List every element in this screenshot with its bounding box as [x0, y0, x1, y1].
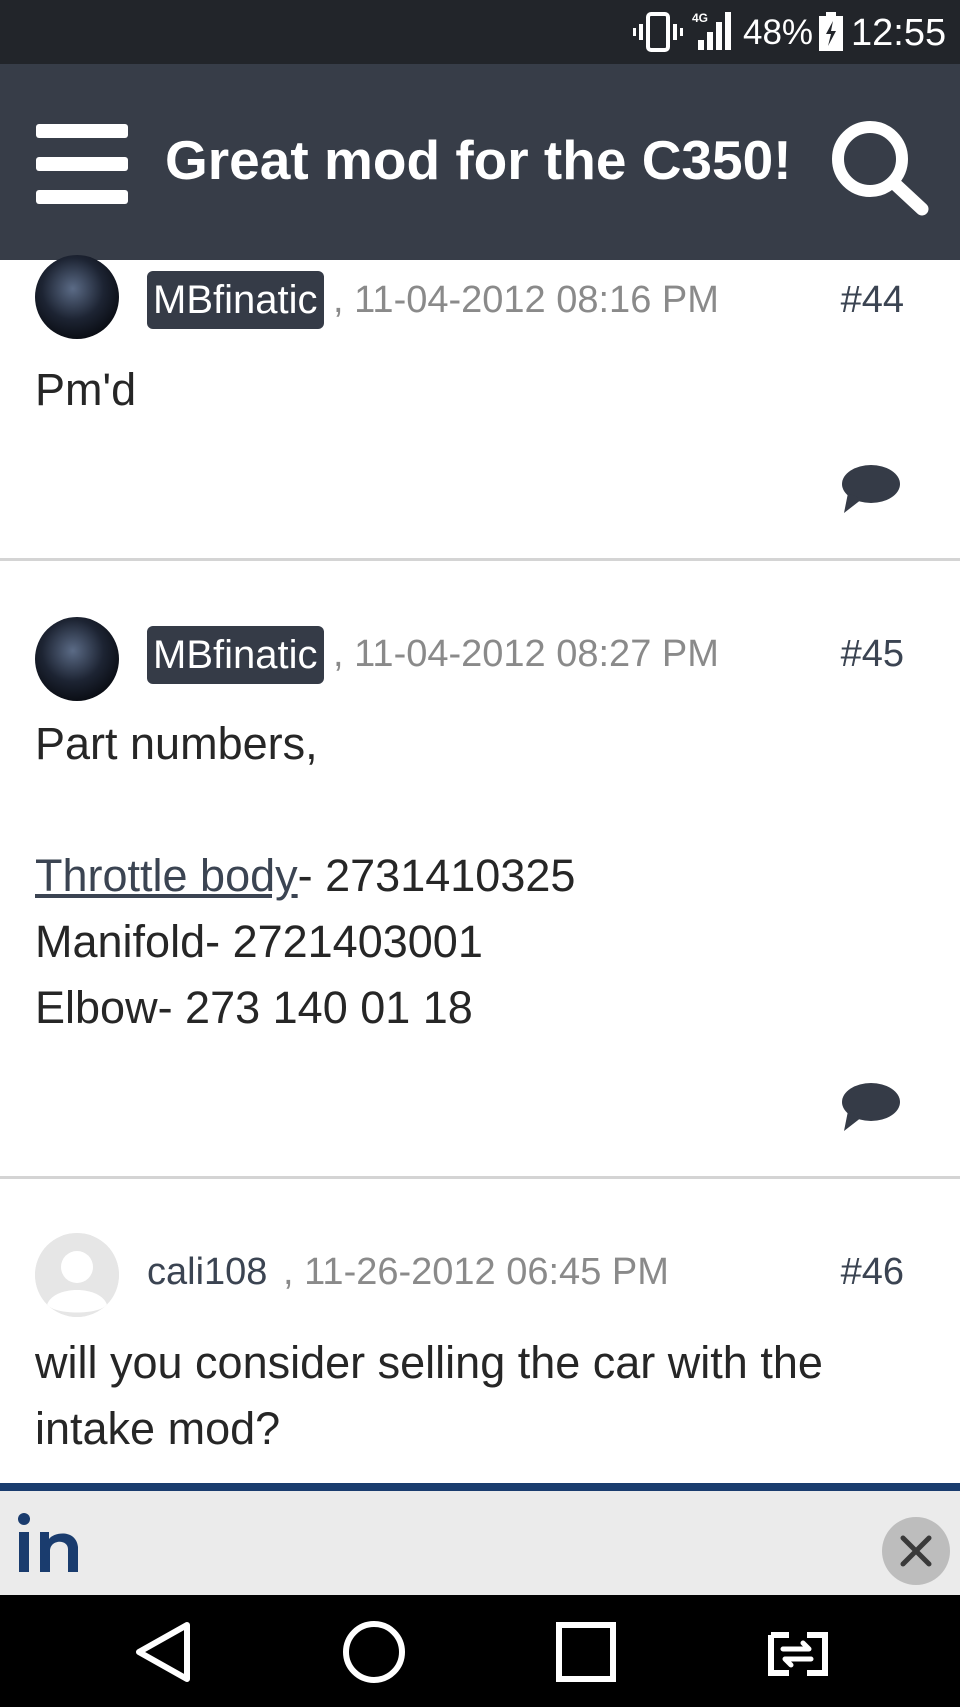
back-icon[interactable] [129, 1617, 199, 1687]
post-date: , 11-26-2012 06:45 PM [283, 1251, 669, 1293]
home-icon[interactable] [339, 1617, 409, 1687]
battery-percent: 48% [743, 13, 814, 52]
post-date: , 11-04-2012 08:16 PM [333, 279, 719, 321]
default-avatar-icon[interactable] [35, 1233, 119, 1317]
menu-button[interactable] [36, 124, 128, 204]
post-body: will you consider selling the car with t… [35, 1330, 823, 1462]
app-bar: Great mod for the C350! [0, 64, 960, 260]
throttle-body-link[interactable]: Throttle body [35, 850, 298, 901]
post-text-line: Part numbers, [35, 718, 318, 769]
switch-app-icon[interactable] [759, 1617, 835, 1687]
post-text-line: intake mod? [35, 1403, 281, 1454]
avatar[interactable] [35, 617, 119, 701]
search-icon[interactable] [828, 117, 930, 217]
post-body: Part numbers, Throttle body- 2731410325 … [35, 711, 575, 1041]
username[interactable]: cali108 [147, 1247, 267, 1297]
post-45: MBfinatic , 11-04-2012 08:27 PM #45 Part… [0, 561, 960, 1175]
post-text-line: Throttle body- 2731410325 [35, 843, 575, 909]
reply-bubble-icon[interactable] [840, 1081, 902, 1135]
cell-signal-icon: 4G [692, 11, 731, 50]
status-bar: 4G 48% 12:55 [0, 0, 960, 64]
battery-charging-icon [819, 12, 843, 51]
reply-bubble-icon[interactable] [840, 463, 902, 517]
thread-title: Great mod for the C350! [165, 129, 792, 191]
post-text-line: Pm'd [35, 364, 137, 415]
post-text-line: Manifold- 2721403001 [35, 916, 483, 967]
avatar[interactable] [35, 255, 119, 339]
network-type-label: 4G [692, 11, 708, 25]
ad-logo-icon[interactable] [14, 1499, 84, 1579]
close-icon [900, 1535, 932, 1567]
post-44: MBfinatic , 11-04-2012 08:16 PM #44 Pm'd [0, 255, 960, 560]
part-number: - 2731410325 [297, 850, 576, 901]
post-number[interactable]: #45 [841, 629, 904, 679]
post-number[interactable]: #44 [841, 275, 904, 325]
post-46: cali108 , 11-26-2012 06:45 PM #46 will y… [0, 1179, 960, 1483]
post-body: Pm'd [35, 357, 136, 423]
username[interactable]: MBfinatic [147, 271, 324, 329]
post-date: , 11-04-2012 08:27 PM [333, 633, 719, 675]
clock: 12:55 [851, 12, 947, 54]
post-text-line: will you consider selling the car with t… [35, 1337, 823, 1388]
post-number[interactable]: #46 [841, 1247, 904, 1297]
post-text-line [35, 777, 575, 843]
ad-accent-line [0, 1483, 960, 1491]
ad-close-button[interactable] [882, 1517, 950, 1585]
system-nav-bar [0, 1595, 960, 1707]
vibrate-icon [633, 12, 683, 52]
recents-icon[interactable] [551, 1617, 621, 1687]
username[interactable]: MBfinatic [147, 626, 324, 684]
post-text-line: Elbow- 273 140 01 18 [35, 982, 473, 1033]
ad-banner[interactable] [0, 1483, 960, 1595]
